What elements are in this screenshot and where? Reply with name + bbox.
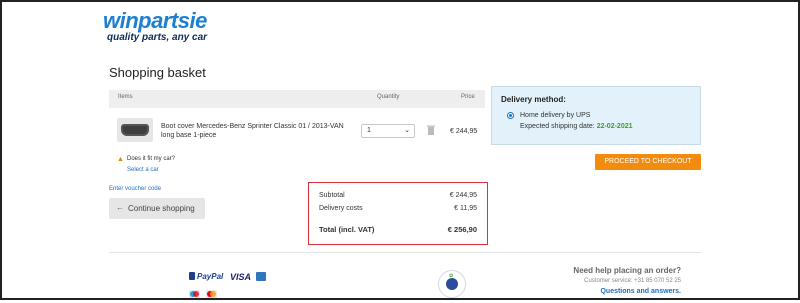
delivery-option-radio[interactable]: [507, 112, 514, 119]
item-price: € 244,95: [450, 128, 478, 135]
shipping-date-label: Expected shipping date:: [520, 123, 595, 130]
maestro-logo: [189, 290, 200, 298]
footer-divider: [109, 252, 701, 253]
proceed-to-checkout-button[interactable]: PROCEED TO CHECKOUT: [595, 154, 701, 170]
voucher-link[interactable]: Enter voucher code: [109, 186, 161, 192]
quantity-select[interactable]: 1 ⌄: [361, 124, 415, 138]
subtotal-row: Subtotal € 244,95: [319, 192, 477, 199]
page-title: Shopping basket: [109, 65, 206, 80]
quantity-value: 1: [367, 127, 371, 134]
customer-service-phone: Customer service: +31 85 070 52 25: [584, 278, 681, 284]
basket-header: Items Quantity Price: [109, 90, 485, 108]
visa-logo: VISA: [230, 272, 252, 282]
faq-link[interactable]: Questions and answers.: [547, 288, 681, 295]
subtotal-label: Subtotal: [319, 192, 345, 199]
expected-shipping: Expected shipping date: 22-02-2021: [520, 123, 633, 130]
basket-table: Items Quantity Price Boot cover Mercedes…: [109, 90, 485, 178]
paypal-logo: PayPal: [189, 272, 223, 281]
fit-question: Does it fit my car?: [127, 156, 176, 162]
site-logo[interactable]: winpartsie quality parts, any car: [103, 8, 208, 44]
logo-wordmark: winpartsie: [103, 8, 207, 33]
arrow-left-icon: ←: [116, 203, 124, 212]
delivery-costs-value: € 11,95: [454, 205, 477, 212]
column-items: Items: [118, 94, 133, 100]
subtotal-value: € 244,95: [449, 192, 477, 199]
total-row: Total (incl. VAT) € 256,90: [319, 225, 477, 234]
total-value: € 256,90: [447, 225, 477, 234]
product-image[interactable]: [117, 118, 153, 142]
column-price: Price: [461, 94, 475, 100]
continue-shopping-button[interactable]: ← Continue shopping: [109, 198, 205, 219]
total-label: Total (incl. VAT): [319, 225, 375, 234]
select-car-link[interactable]: Select a car: [127, 167, 159, 173]
order-totals: Subtotal € 244,95 Delivery costs € 11,95…: [308, 182, 488, 245]
chevron-down-icon: ⌄: [404, 127, 410, 134]
help-section: Need help placing an order? Customer ser…: [547, 266, 681, 295]
product-name[interactable]: Boot cover Mercedes-Benz Sprinter Classi…: [161, 122, 351, 140]
payment-logos: PayPal VISA: [187, 272, 267, 300]
continue-shopping-label: Continue shopping: [128, 204, 195, 213]
help-title: Need help placing an order?: [573, 266, 681, 275]
mastercard-logo: [206, 290, 218, 298]
delivery-option-label[interactable]: Home delivery by UPS: [520, 112, 590, 119]
ecommerce-europe-badge[interactable]: ✿: [438, 270, 466, 298]
delivery-costs-row: Delivery costs € 11,95: [319, 205, 477, 212]
warning-icon: ▲: [117, 156, 124, 163]
delivery-costs-label: Delivery costs: [319, 205, 363, 212]
delivery-method-title: Delivery method:: [501, 95, 566, 104]
paypal-label: PayPal: [197, 272, 224, 281]
delivery-method-panel: Delivery method: Home delivery by UPS Ex…: [491, 86, 701, 145]
trash-icon[interactable]: [427, 125, 435, 135]
column-quantity: Quantity: [377, 94, 400, 100]
logo-tagline: quality parts, any car: [107, 32, 208, 43]
shipping-date: 22-02-2021: [596, 123, 633, 130]
amex-logo: [256, 272, 266, 281]
